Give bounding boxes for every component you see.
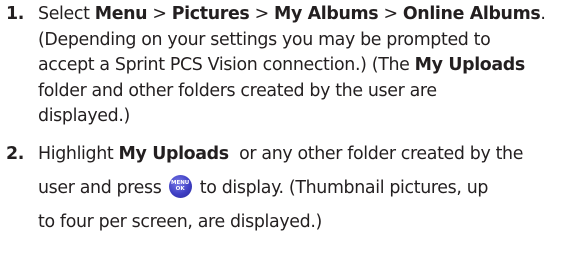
- instruction-page: 1. Select Menu > Pictures > My Albums > …: [0, 0, 586, 254]
- menu-path-item: My Albums: [274, 4, 379, 24]
- menu-key-bottom-label: OK: [175, 186, 185, 192]
- step-text: Select Menu > Pictures > My Albums > Onl…: [38, 2, 586, 130]
- text-segment: Select: [38, 4, 95, 24]
- menu-path-item: Online Albums: [402, 4, 541, 24]
- path-separator: >: [378, 4, 403, 24]
- menu-ok-key-icon: MENU OK: [168, 174, 192, 198]
- text-segment: .: [540, 4, 546, 24]
- menu-path-item: Pictures: [171, 4, 250, 24]
- folder-name: My Uploads: [414, 55, 526, 75]
- step-number: 2.: [6, 144, 25, 164]
- text-segment: or any other folder created by the: [228, 144, 524, 164]
- text-segment: Highlight: [38, 144, 119, 164]
- path-separator: >: [249, 4, 274, 24]
- step-line: (Depending on your settings you may be p…: [38, 29, 491, 50]
- step-number: 1.: [6, 4, 25, 24]
- folder-name: My Uploads: [118, 144, 230, 164]
- step-line: folder and other folders created by the …: [38, 80, 437, 101]
- path-separator: >: [147, 4, 172, 24]
- text-segment: to display. (Thumbnail pictures, up: [194, 178, 489, 198]
- step-line: Select Menu > Pictures > My Albums > Onl…: [38, 2, 586, 28]
- step-line: user and press MENU OK to display. (Thumb…: [38, 171, 586, 205]
- step-text: Highlight My Uploads or any other folder…: [38, 137, 586, 239]
- step-line: to four per screen, are displayed.): [38, 212, 322, 232]
- menu-path-item: Menu: [94, 4, 148, 24]
- step-line: Highlight My Uploads or any other folder…: [38, 137, 586, 171]
- text-segment: user and press: [38, 178, 167, 198]
- step-line: accept a Sprint PCS Vision connection.) …: [38, 53, 586, 79]
- text-segment: accept a Sprint PCS Vision connection.) …: [38, 55, 415, 75]
- step-line: displayed.): [38, 106, 130, 126]
